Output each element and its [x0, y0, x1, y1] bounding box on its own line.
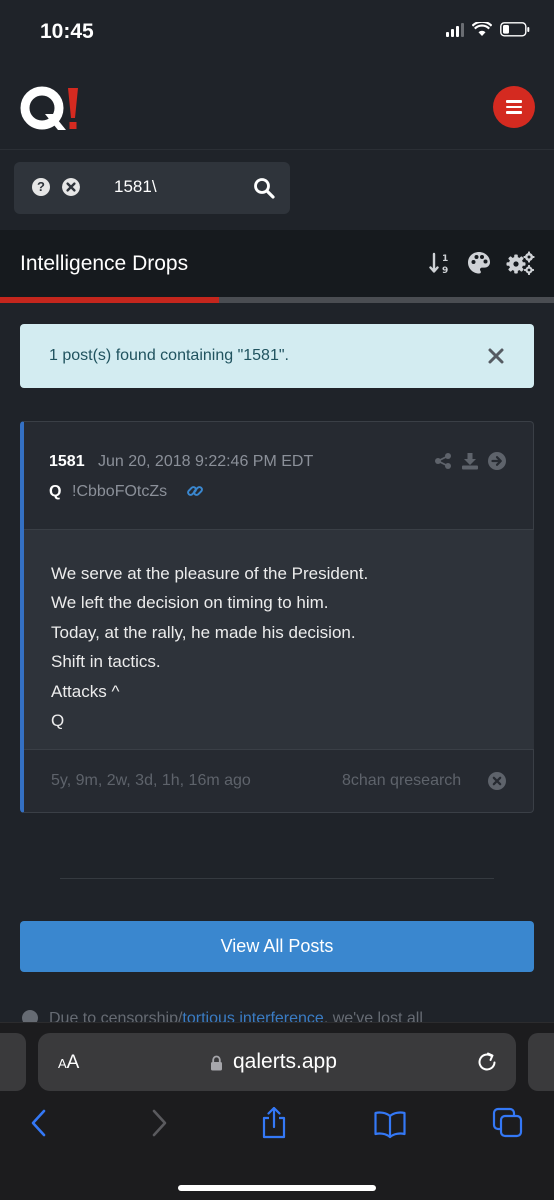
question-circle-icon[interactable]: ? [32, 178, 50, 196]
bookmarks-icon[interactable] [374, 1107, 406, 1139]
site-logo[interactable] [20, 84, 84, 134]
post-line: Shift in tactics. [51, 652, 161, 671]
view-all-posts-button[interactable]: View All Posts [20, 921, 534, 972]
status-time: 10:45 [40, 20, 94, 43]
censorship-notice: Due to censorship/tortious interference,… [20, 1008, 534, 1022]
post-author: Q [49, 483, 62, 500]
address-bar[interactable]: AA qalerts.app [38, 1033, 516, 1091]
alert-text: 1 post(s) found containing "1581". [49, 347, 289, 364]
signal-icon [446, 22, 464, 37]
hamburger-icon [506, 100, 522, 103]
link-icon[interactable] [186, 482, 204, 500]
post-line: We serve at the pleasure of the Presiden… [51, 564, 369, 583]
post-number[interactable]: 1581 [49, 453, 85, 471]
info-icon [22, 1010, 38, 1022]
progress-fill [0, 297, 219, 303]
status-icons [446, 22, 530, 37]
forward-icon[interactable] [142, 1107, 174, 1139]
reload-icon[interactable] [475, 1050, 499, 1074]
lock-icon [211, 1055, 222, 1071]
post-line: We left the decision on timing to him. [51, 593, 329, 612]
post-age: 5y, 9m, 2w, 3d, 1h, 16m ago [51, 772, 251, 789]
site-header [0, 64, 554, 150]
notice-text-end: , we've lost all [323, 1010, 423, 1022]
search-box: ? 1581\ [14, 162, 290, 214]
post-date: Jun 20, 2018 9:22:46 PM EDT [98, 453, 314, 470]
battery-icon [500, 22, 530, 37]
wifi-icon [472, 22, 492, 36]
times-circle-icon[interactable] [488, 772, 506, 790]
post-actions [434, 452, 506, 470]
close-icon[interactable] [484, 344, 508, 368]
home-indicator [178, 1185, 376, 1191]
post-line: Q [51, 711, 65, 730]
menu-button[interactable] [493, 86, 535, 128]
browser-bar: AA qalerts.app [0, 1022, 554, 1200]
post-line: Attacks ^ [51, 682, 120, 701]
tortious-interference-link[interactable]: tortious interference [182, 1010, 323, 1022]
section-tools: 1 9 [428, 250, 536, 276]
previous-tab[interactable] [0, 1033, 26, 1091]
times-circle-icon[interactable] [62, 178, 80, 196]
tabs-icon[interactable] [492, 1107, 524, 1139]
svg-text:1: 1 [442, 254, 448, 264]
post-card: 1581 Jun 20, 2018 9:22:46 PM EDT Q !Cbbo… [20, 421, 534, 813]
notice-text-start: Due to censorship/ [49, 1010, 183, 1022]
share-sheet-icon[interactable] [258, 1107, 290, 1139]
aa-small: A [58, 1056, 67, 1071]
reader-options-button[interactable]: AA [58, 1052, 79, 1074]
cogs-icon[interactable] [506, 250, 536, 276]
post-footer: 5y, 9m, 2w, 3d, 1h, 16m ago 8chan qresea… [24, 750, 534, 812]
post-body: We serve at the pleasure of the Presiden… [24, 530, 534, 750]
notice-text: Due to censorship/tortious interference,… [49, 1010, 423, 1022]
section-title: Intelligence Drops [20, 252, 189, 275]
progress-bar [0, 297, 554, 303]
section-bar: Intelligence Drops 1 9 [0, 230, 554, 298]
sort-numeric-icon[interactable]: 1 9 [428, 251, 452, 275]
search-input[interactable]: 1581\ [114, 177, 157, 197]
post-source: 8chan qresearch [342, 772, 462, 789]
share-icon[interactable] [434, 452, 452, 470]
search-result-alert: 1 post(s) found containing "1581". [20, 324, 534, 388]
divider [60, 878, 494, 879]
post-line: Today, at the rally, he made his decisio… [51, 623, 356, 642]
post-tripcode: !CbboFOtcZs [72, 483, 168, 500]
next-tab[interactable] [528, 1033, 554, 1091]
browser-toolbar [0, 1107, 554, 1147]
url-text: qalerts.app [233, 1050, 337, 1073]
download-icon[interactable] [461, 452, 479, 470]
status-bar: 10:45 [0, 0, 554, 64]
palette-icon[interactable] [466, 250, 492, 276]
search-icon[interactable] [252, 176, 276, 200]
aa-big: A [66, 1052, 80, 1073]
svg-text:9: 9 [442, 266, 448, 275]
arrow-circle-right-icon[interactable] [488, 452, 506, 470]
back-icon[interactable] [24, 1107, 56, 1139]
post-header: 1581 Jun 20, 2018 9:22:46 PM EDT Q !Cbbo… [24, 422, 534, 530]
